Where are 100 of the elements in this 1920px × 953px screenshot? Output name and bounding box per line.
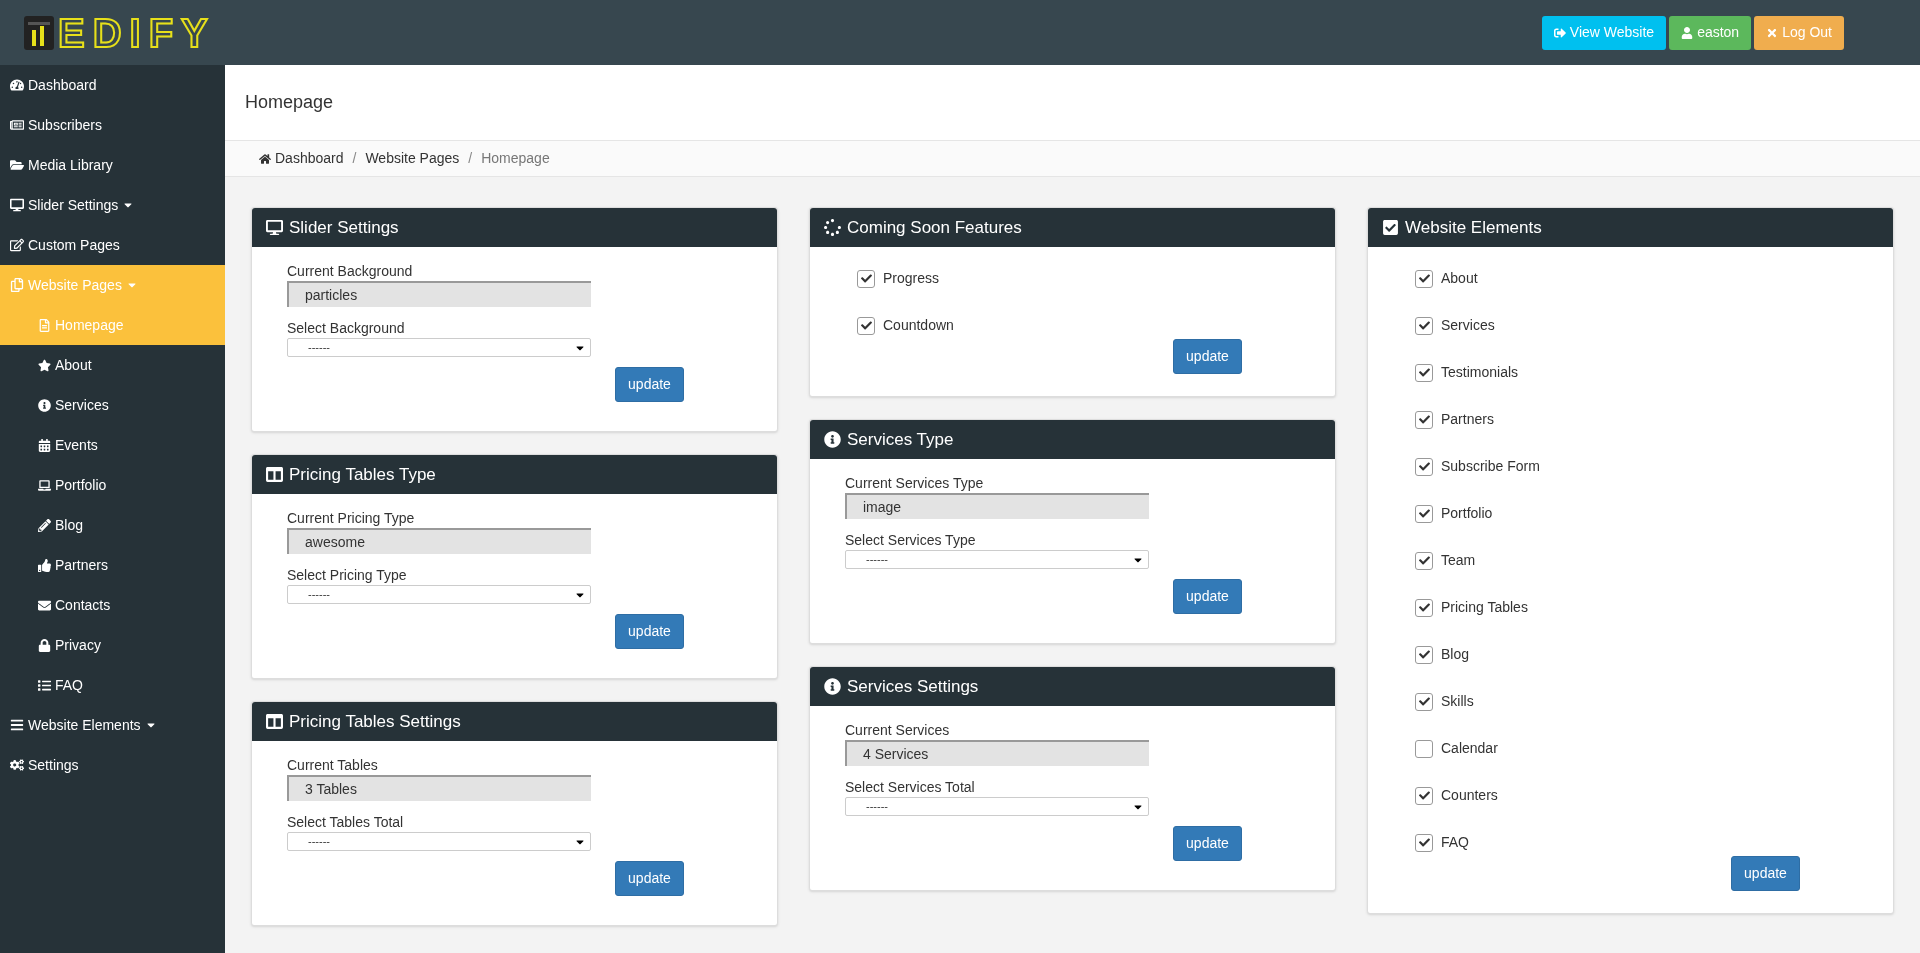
card-title: Services Settings [847, 675, 979, 698]
sidebar-subitem[interactable]: Services [0, 385, 225, 425]
sidebar-item[interactable]: Slider Settings [0, 185, 225, 225]
current-value-field: 3 Tables [287, 775, 591, 801]
field-label: Select Services Type [845, 531, 977, 550]
field-label: Select Background [287, 319, 406, 338]
page-title: Homepage [245, 91, 334, 114]
checkbox-label: Partners [1441, 410, 1494, 429]
calendar-icon [38, 438, 51, 452]
list-icon [38, 678, 51, 692]
envelope-icon [38, 598, 51, 612]
sidebar-subitem[interactable]: Portfolio [0, 465, 225, 505]
checkbox[interactable] [857, 269, 875, 288]
current-value-field: image [845, 493, 1149, 519]
update-button[interactable]: update [1173, 826, 1242, 861]
checkbox-label: FAQ [1441, 833, 1469, 852]
card-title: Website Elements [1405, 216, 1542, 239]
logo-icon [24, 15, 54, 50]
checkbox-label: Portfolio [1441, 504, 1493, 523]
checkmark-icon [1418, 461, 1430, 472]
select-field[interactable]: ------ [287, 585, 591, 604]
update-button[interactable]: update [615, 861, 684, 896]
sidebar-item[interactable]: Settings [0, 745, 225, 785]
update-button[interactable]: update [615, 367, 684, 402]
user-icon [1681, 26, 1694, 39]
breadcrumb-link[interactable]: Website Pages [365, 148, 460, 169]
checkbox[interactable] [1415, 269, 1433, 288]
columns-icon [266, 713, 283, 730]
lock-icon [38, 638, 51, 652]
card-title: Slider Settings [289, 216, 399, 239]
settings-icon [10, 758, 24, 772]
checkbox[interactable] [857, 316, 875, 335]
checkbox[interactable] [1415, 457, 1433, 476]
checkmark-icon [1418, 649, 1430, 660]
sidebar-subitem[interactable]: FAQ [0, 665, 225, 705]
update-button[interactable]: update [1173, 339, 1242, 374]
current-value-field: 4 Services [845, 740, 1149, 766]
checkbox[interactable] [1415, 833, 1433, 852]
checkmark-icon [1418, 273, 1430, 284]
info-icon [38, 398, 51, 412]
field-label: Select Pricing Type [287, 566, 408, 585]
select-field[interactable]: ------ [287, 832, 591, 851]
sign-out-icon [1553, 26, 1566, 39]
close-icon [1766, 26, 1779, 39]
edit-icon [10, 238, 24, 252]
breadcrumb-link[interactable]: Dashboard [275, 148, 344, 169]
sidebar-item[interactable]: Dashboard [0, 65, 225, 105]
select-field[interactable]: ------ [845, 797, 1149, 816]
checkmark-icon [1418, 414, 1430, 425]
checkbox[interactable] [1415, 504, 1433, 523]
card-title: Coming Soon Features [847, 216, 1022, 239]
checkmark-icon [1418, 837, 1430, 848]
checkbox[interactable] [1415, 692, 1433, 711]
breadcrumb-separator: / [467, 149, 474, 168]
sidebar-subitem[interactable]: Partners [0, 545, 225, 585]
checkbox[interactable] [1415, 316, 1433, 335]
dashboard-icon [10, 78, 24, 92]
checkbox-label: Countdown [883, 316, 954, 335]
checkbox[interactable] [1415, 739, 1433, 758]
checkbox[interactable] [1415, 645, 1433, 664]
spinner-icon [824, 219, 841, 236]
checkbox[interactable] [1415, 363, 1433, 382]
laptop-icon [38, 478, 51, 492]
sidebar-item[interactable]: Subscribers [0, 105, 225, 145]
select-field[interactable]: ------ [287, 338, 591, 357]
checkmark-icon [1418, 790, 1430, 801]
sidebar-subitem[interactable]: Contacts [0, 585, 225, 625]
checkbox-label: Progress [883, 269, 940, 288]
checkbox-label: Services [1441, 316, 1495, 335]
checkbox[interactable] [1415, 598, 1433, 617]
sidebar-item[interactable]: Media Library [0, 145, 225, 185]
info-icon [824, 431, 841, 448]
checkmark-icon [1418, 367, 1430, 378]
checkbox-label: Pricing Tables [1441, 598, 1528, 617]
sidebar-item[interactable]: Website Elements [0, 705, 225, 745]
checkbox[interactable] [1415, 410, 1433, 429]
field-label: Current Pricing Type [287, 509, 416, 528]
breadcrumb-current[interactable]: Homepage [481, 148, 550, 169]
sidebar-subitem[interactable]: Blog [0, 505, 225, 545]
update-button[interactable]: update [615, 614, 684, 649]
sidebar-subitem[interactable]: Privacy [0, 625, 225, 665]
checkbox-icon [1382, 219, 1399, 236]
monitor-icon [10, 198, 24, 212]
checkbox-label: Counters [1441, 786, 1498, 805]
file-icon [38, 318, 51, 332]
select-field[interactable]: ------ [845, 550, 1149, 569]
sidebar-item[interactable]: Custom Pages [0, 225, 225, 265]
update-button[interactable]: update [1731, 856, 1800, 891]
field-label: Select Services Total [845, 778, 976, 797]
checkmark-icon [860, 273, 872, 284]
checkbox[interactable] [1415, 551, 1433, 570]
checkbox[interactable] [1415, 786, 1433, 805]
checkbox-label: Blog [1441, 645, 1470, 664]
thumbs-up-icon [38, 558, 51, 572]
update-button[interactable]: update [1173, 579, 1242, 614]
sidebar-subitem[interactable]: About [0, 345, 225, 385]
sidebar-subitem[interactable]: Events [0, 425, 225, 465]
monitor-icon [266, 219, 283, 236]
checkbox-label: Calendar [1441, 739, 1498, 758]
star-icon [38, 358, 51, 372]
